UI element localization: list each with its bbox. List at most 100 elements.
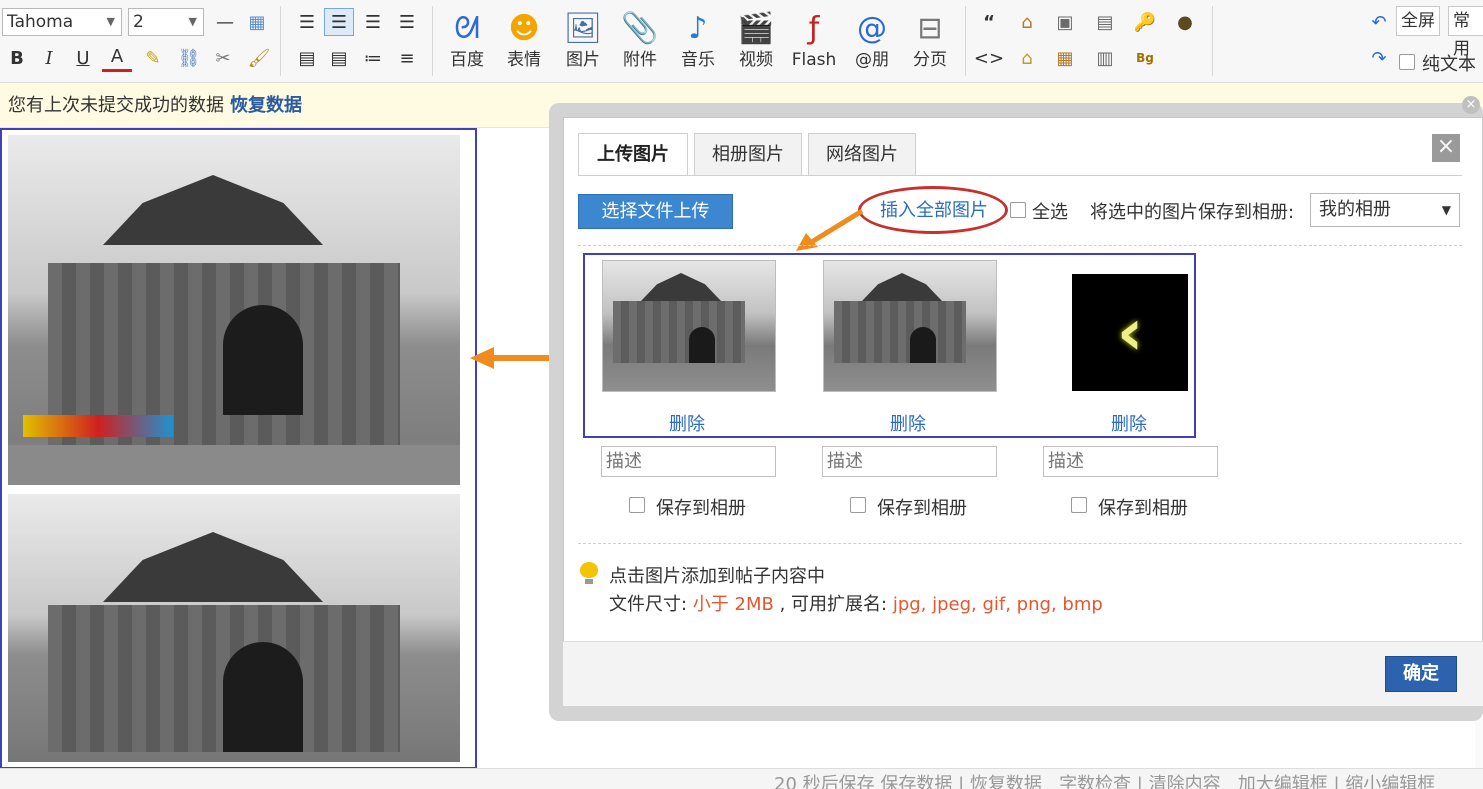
thumbnail-2[interactable]	[823, 260, 997, 392]
source-code-icon[interactable]: <>	[974, 44, 1004, 72]
image-button[interactable]: 🖼 图片	[557, 8, 609, 72]
plaintext-checkbox[interactable]	[1399, 54, 1415, 70]
ordered-list-icon[interactable]: ≔	[358, 44, 388, 72]
align-center-icon[interactable]: ☰	[358, 8, 388, 36]
align-left-icon[interactable]: ☰	[292, 8, 322, 36]
description-input-2[interactable]	[822, 446, 997, 477]
description-input-3[interactable]	[1043, 446, 1218, 477]
album-select-value: 我的相册	[1319, 199, 1391, 220]
restore-data-link[interactable]: 恢复数据	[230, 95, 302, 116]
underline-icon[interactable]: U	[68, 44, 98, 72]
confirm-button[interactable]: 确定	[1385, 656, 1457, 692]
save-album-label-2: 保存到相册	[877, 498, 967, 519]
frame-icon[interactable]: ▣	[1050, 8, 1080, 36]
font-size-select[interactable]: 2 ▼	[128, 8, 204, 36]
unlink-icon[interactable]: ✂	[208, 44, 238, 72]
save-album-label-1: 保存到相册	[656, 498, 746, 519]
link-icon[interactable]: ⛓	[174, 44, 204, 72]
undo-icon[interactable]: ↶	[1364, 8, 1394, 36]
background-color-icon[interactable]: Bg	[1130, 44, 1160, 72]
clear-content-link[interactable]: 清除内容	[1149, 774, 1221, 789]
shrink-editor-link[interactable]: 缩小编辑框	[1345, 774, 1435, 789]
redo-icon[interactable]: ↷	[1364, 44, 1394, 72]
editor-image-2[interactable]	[8, 494, 460, 762]
editor-image-1[interactable]	[8, 135, 460, 485]
file-info: 文件尺寸: 小于 2MB , 可用扩展名: jpg, jpeg, gif, pn…	[609, 590, 1103, 616]
flash-button[interactable]: ƒ Flash	[786, 8, 842, 72]
tab-divider	[578, 175, 1462, 176]
music-button[interactable]: ♪ 音乐	[672, 8, 724, 72]
code-lock-icon[interactable]: ⌂	[1012, 8, 1042, 36]
delete-link-2[interactable]: 删除	[890, 410, 926, 436]
autosave-text: 20 秒后保存	[774, 774, 875, 789]
delete-link-1[interactable]: 删除	[669, 410, 705, 436]
format-brush-icon[interactable]: 🖌	[244, 44, 274, 72]
align-justify-icon[interactable]: ☰	[324, 8, 354, 36]
ext-prefix: , 可用扩展名:	[773, 594, 893, 615]
key-icon[interactable]: 🔑	[1130, 8, 1160, 36]
horizontal-rule-icon[interactable]: —	[210, 8, 240, 36]
quote-icon[interactable]: “	[974, 8, 1004, 36]
unordered-list-icon[interactable]: ≡	[392, 44, 422, 72]
table-icon[interactable]: ▦	[242, 8, 272, 36]
columns-icon[interactable]: ▥	[1090, 44, 1120, 72]
description-input-1[interactable]	[601, 446, 776, 477]
album-select[interactable]: 我的相册 ▼	[1310, 193, 1460, 227]
save-album-checkbox-3[interactable]	[1071, 497, 1087, 513]
font-family-value: Tahoma	[7, 12, 74, 32]
hide-content-icon[interactable]: ⌂	[1012, 44, 1042, 72]
tab-upload-image[interactable]: 上传图片	[578, 133, 688, 176]
clapperboard-icon: 🎬	[737, 10, 775, 46]
paperclip-icon: 📎	[621, 10, 659, 46]
thumbnail-1[interactable]	[602, 260, 776, 392]
dialog-close-button[interactable]: ×	[1432, 134, 1460, 162]
select-file-upload-button[interactable]: 选择文件上传	[578, 194, 733, 229]
mention-label: @朋	[855, 50, 889, 70]
enlarge-editor-link[interactable]: 加大编辑框	[1238, 774, 1328, 789]
tab-album-image[interactable]: 相册图片	[694, 133, 802, 176]
notice-text: 您有上次未提交成功的数据	[8, 95, 224, 116]
ext-value: jpg, jpeg, gif, png, bmp	[892, 594, 1103, 615]
tab-web-image[interactable]: 网络图片	[808, 133, 916, 176]
bold-icon[interactable]: B	[2, 44, 32, 72]
text-color-icon[interactable]: A	[102, 44, 132, 72]
chevron-down-icon: ▼	[106, 15, 115, 28]
restore-data-link-bottom[interactable]: 恢复数据	[970, 774, 1042, 789]
thumbnail-3[interactable]: ‹	[1072, 274, 1188, 391]
divider	[578, 245, 1462, 246]
save-album-checkbox-1[interactable]	[629, 497, 645, 513]
ball-icon[interactable]: ●	[1170, 8, 1200, 36]
window-icon[interactable]: ▦	[1050, 44, 1080, 72]
size-prefix: 文件尺寸:	[609, 594, 693, 615]
select-all-checkbox[interactable]	[1010, 202, 1026, 218]
index-icon[interactable]: ▤	[1090, 8, 1120, 36]
common-button[interactable]: 常用	[1448, 6, 1483, 59]
save-to-album-label: 将选中的图片保存到相册:	[1090, 202, 1295, 223]
pagebreak-button[interactable]: ⊟ 分页	[904, 8, 956, 72]
at-icon: @	[857, 10, 887, 46]
baidu-button[interactable]: ᘛ 百度	[441, 8, 493, 72]
emoji-label: 表情	[507, 50, 541, 70]
size-value: 小于 2MB	[692, 594, 774, 615]
float-right-icon[interactable]: ▤	[324, 44, 354, 72]
attach-button[interactable]: 📎 附件	[614, 8, 666, 72]
emoji-button[interactable]: ☻ 表情	[498, 8, 550, 72]
float-left-icon[interactable]: ▤	[292, 44, 322, 72]
video-button[interactable]: 🎬 视频	[730, 8, 782, 72]
smiley-icon: ☻	[508, 10, 540, 46]
italic-icon[interactable]: I	[34, 44, 64, 72]
font-family-select[interactable]: Tahoma ▼	[2, 8, 122, 36]
fullscreen-button[interactable]: 全屏	[1396, 6, 1440, 36]
delete-link-3[interactable]: 删除	[1111, 410, 1147, 436]
mention-button[interactable]: @ @朋	[846, 8, 898, 72]
align-right-icon[interactable]: ☰	[392, 8, 422, 36]
highlight-icon[interactable]: ✎	[138, 44, 168, 72]
font-size-value: 2	[133, 12, 144, 32]
save-data-link[interactable]: 保存数据	[880, 774, 952, 789]
plaintext-label: 纯文本	[1422, 54, 1476, 75]
insert-all-images-link[interactable]: 插入全部图片	[880, 196, 988, 222]
music-label: 音乐	[681, 50, 715, 70]
dialog-corner-close-icon[interactable]: ×	[1462, 96, 1480, 114]
save-album-checkbox-2[interactable]	[850, 497, 866, 513]
word-check-link[interactable]: 字数检查	[1059, 774, 1131, 789]
